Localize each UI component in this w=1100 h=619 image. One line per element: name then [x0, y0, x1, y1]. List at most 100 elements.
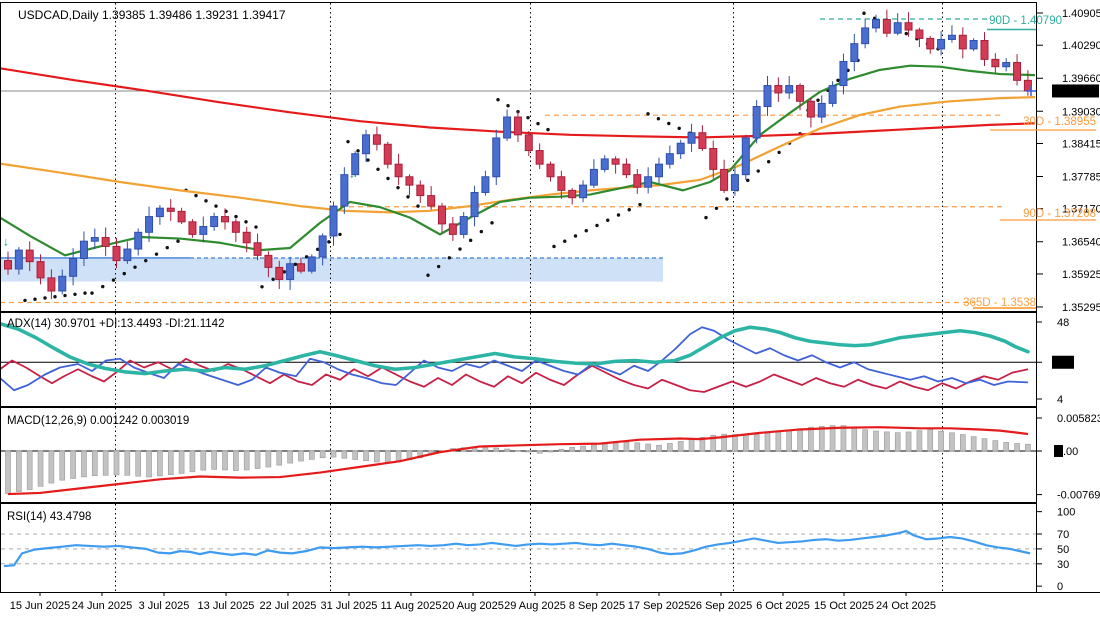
candle-bullish[interactable] [155, 207, 164, 218]
candle-bullish[interactable] [752, 106, 761, 139]
candle-bearish[interactable] [535, 150, 544, 165]
candle-bearish[interactable] [36, 261, 45, 279]
candle-bearish[interactable] [709, 147, 718, 170]
candle-bullish[interactable] [589, 168, 598, 186]
candle-bearish[interactable] [47, 277, 56, 292]
candle-bullish[interactable] [676, 142, 685, 155]
candle-bullish[interactable] [481, 176, 490, 193]
candle-bearish[interactable] [25, 249, 34, 263]
candle-bearish[interactable] [438, 205, 446, 225]
candle-bullish[interactable] [817, 102, 826, 118]
candle-bullish[interactable] [828, 85, 837, 104]
candle-bullish[interactable] [1002, 62, 1011, 68]
candle-bearish[interactable] [513, 116, 522, 136]
candle-bearish[interactable] [177, 210, 186, 223]
candle-bearish[interactable] [242, 231, 251, 244]
date-label[interactable]: 29 Aug 2025 [504, 600, 566, 612]
candle-bearish[interactable] [253, 242, 262, 256]
axis-layer[interactable]: 1.409051.402901.396601.390301.384151.377… [10, 8, 1100, 612]
date-label[interactable]: 3 Jul 2025 [139, 600, 190, 612]
candle-bullish[interactable] [58, 275, 67, 292]
date-label[interactable]: 11 Aug 2025 [381, 600, 442, 612]
level-label-30d[interactable]: 30D - 1.38955 [1023, 116, 1096, 128]
candle-bullish[interactable] [730, 174, 739, 191]
candle-bearish[interactable] [394, 163, 403, 178]
candle-bearish[interactable] [383, 143, 392, 165]
candle-bullish[interactable] [286, 263, 295, 280]
candle-bullish[interactable] [134, 231, 143, 250]
candle-bullish[interactable] [741, 137, 750, 176]
date-label[interactable]: 31 Jul 2025 [321, 600, 378, 612]
candle-bullish[interactable] [785, 85, 794, 94]
candle-bearish[interactable] [275, 266, 284, 280]
date-label[interactable]: 22 Jul 2025 [260, 600, 317, 612]
candle-bearish[interactable] [296, 263, 305, 272]
candle-bearish[interactable] [622, 163, 631, 176]
candle-bearish[interactable] [774, 85, 783, 94]
candle-bullish[interactable] [655, 163, 663, 178]
candle-bearish[interactable] [806, 100, 815, 118]
date-label[interactable]: 26 Sep 2025 [690, 600, 752, 612]
candle-bullish[interactable] [329, 205, 338, 237]
candle-bearish[interactable] [448, 223, 457, 235]
candle-bearish[interactable] [221, 216, 229, 223]
candle-bearish[interactable] [1013, 62, 1022, 81]
date-label[interactable]: 24 Oct 2025 [876, 600, 936, 612]
date-label[interactable]: 20 Aug 2025 [442, 600, 504, 612]
candle-bullish[interactable] [69, 257, 78, 277]
candle-bearish[interactable] [188, 221, 197, 235]
candle-bearish[interactable] [926, 37, 935, 50]
candle-bullish[interactable] [145, 216, 154, 233]
candle-bearish[interactable] [633, 174, 642, 188]
candle-bearish[interactable] [991, 58, 1000, 68]
candle-bearish[interactable] [524, 134, 533, 152]
candle-bullish[interactable] [470, 191, 479, 218]
candle-bullish[interactable] [947, 34, 956, 40]
candle-bearish[interactable] [611, 158, 620, 165]
candle-bullish[interactable] [307, 256, 316, 272]
candle-bearish[interactable] [882, 19, 891, 34]
candle-bullish[interactable] [123, 248, 132, 262]
candle-bullish[interactable] [872, 19, 880, 29]
candle-bullish[interactable] [318, 235, 327, 258]
candle-bullish[interactable] [893, 22, 902, 34]
level-label-90d-high[interactable]: 90D - 1.40790 [989, 15, 1062, 27]
candle-bearish[interactable] [166, 207, 175, 212]
candle-bullish[interactable] [600, 158, 609, 170]
candle-bearish[interactable] [231, 221, 240, 233]
date-label[interactable]: 15 Oct 2025 [814, 600, 874, 612]
candle-bearish[interactable] [904, 22, 913, 31]
candle-bearish[interactable] [568, 189, 577, 199]
candle-bearish[interactable] [4, 260, 12, 270]
candle-bearish[interactable] [698, 132, 707, 149]
date-label[interactable]: 15 Jun 2025 [10, 600, 71, 612]
candle-bearish[interactable] [427, 195, 436, 207]
candle-bearish[interactable] [958, 34, 967, 50]
date-label[interactable]: 13 Jul 2025 [198, 600, 255, 612]
candle-bearish[interactable] [980, 40, 989, 60]
candle-bullish[interactable] [665, 153, 674, 165]
candle-bullish[interactable] [839, 60, 848, 87]
level-label-90d-low[interactable]: 90D - 1.37208 [1023, 208, 1096, 220]
candle-bullish[interactable] [503, 116, 512, 139]
candle-bullish[interactable] [687, 132, 696, 144]
candle-bullish[interactable] [850, 43, 859, 62]
candle-bullish[interactable] [210, 216, 219, 228]
candle-bullish[interactable] [579, 184, 588, 199]
date-label[interactable]: 17 Sep 2025 [628, 600, 690, 612]
candle-bullish[interactable] [79, 240, 88, 259]
support-zone[interactable] [1, 257, 663, 282]
candle-bullish[interactable] [362, 134, 371, 155]
candle-bearish[interactable] [372, 134, 381, 145]
candle-bullish[interactable] [492, 137, 501, 178]
candle-bullish[interactable] [14, 249, 23, 270]
candle-bearish[interactable] [101, 237, 110, 247]
candle-bearish[interactable] [112, 245, 121, 262]
candle-bullish[interactable] [969, 40, 978, 50]
candle-bearish[interactable] [557, 176, 566, 191]
candle-bullish[interactable] [199, 226, 208, 235]
candle-bearish[interactable] [796, 85, 805, 102]
chart-canvas[interactable]: ↓↓ 1.409051.402901.396601.390301.384151.… [0, 0, 1100, 619]
candle-bearish[interactable] [264, 254, 273, 268]
date-label[interactable]: 6 Oct 2025 [756, 600, 810, 612]
